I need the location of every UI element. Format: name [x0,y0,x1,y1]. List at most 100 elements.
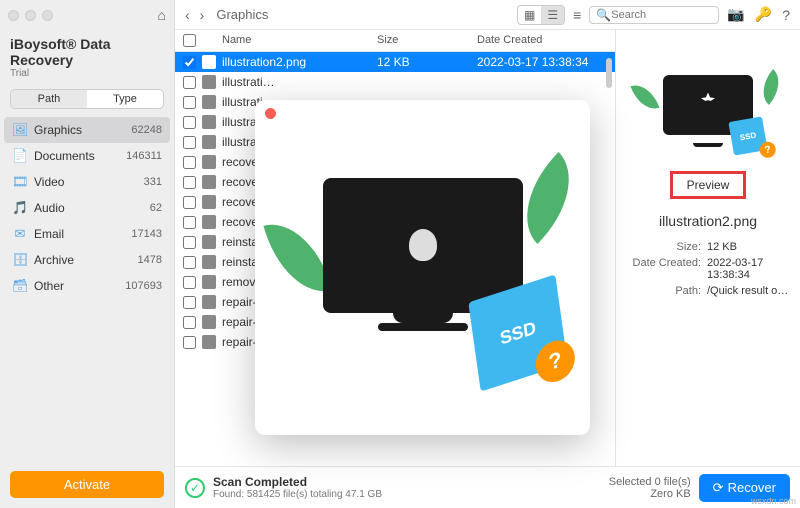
scan-status-title: Scan Completed [213,475,382,489]
key-icon[interactable]: 🔑 [753,6,774,23]
category-icon: 🗄 [12,252,28,268]
help-icon[interactable]: ? [780,7,792,23]
sidebar-item-graphics[interactable]: 🖼Graphics62248 [4,117,170,143]
popup-close-icon[interactable] [265,108,276,119]
category-icon: ✉ [12,226,28,242]
detail-pane: SSD Preview illustration2.png Size:12 KB… [615,30,800,466]
row-checkbox[interactable] [183,76,196,89]
file-icon [202,115,216,129]
seg-path[interactable]: Path [11,90,87,108]
category-icon: 🎵 [12,200,28,216]
watermark: wsxdn.com [751,496,796,506]
file-icon [202,55,216,69]
category-icon: 🎞 [12,174,28,190]
sidebar: ⌂ iBoysoft® Data Recovery Trial Path Typ… [0,0,175,508]
row-checkbox[interactable] [183,156,196,169]
selected-count: Selected 0 file(s) [609,476,691,488]
sidebar-item-archive[interactable]: 🗄Archive1478 [4,247,170,273]
detail-value: 2022-03-17 13:38:34 [707,257,790,281]
row-checkbox[interactable] [183,216,196,229]
detail-key: Path: [626,285,701,297]
search-box[interactable]: 🔍 [589,6,719,24]
selected-size: Zero KB [609,488,691,500]
file-icon [202,235,216,249]
category-icon: 🗃 [12,278,28,294]
nav-forward-icon[interactable]: › [198,7,207,23]
minimize-icon[interactable] [25,10,36,21]
row-checkbox[interactable] [183,336,196,349]
preview-button[interactable]: Preview [670,171,747,199]
leaf-icon [630,79,659,114]
sidebar-item-documents[interactable]: 📄Documents146311 [4,143,170,169]
row-checkbox[interactable] [183,296,196,309]
row-checkbox[interactable] [183,136,196,149]
category-count: 146311 [126,150,162,162]
category-count: 107693 [125,280,162,292]
breadcrumb: Graphics [216,7,268,22]
app-title: iBoysoft® Data Recovery [10,36,164,68]
grid-view-icon[interactable]: ▦ [518,6,541,24]
row-checkbox[interactable] [183,236,196,249]
row-checkbox[interactable] [183,276,196,289]
category-count: 331 [144,176,162,188]
scrollbar-thumb[interactable] [606,58,612,88]
list-view-icon[interactable]: ☰ [541,6,564,24]
activate-button[interactable]: Activate [10,471,164,498]
file-icon [202,195,216,209]
sidebar-item-email[interactable]: ✉Email17143 [4,221,170,247]
file-icon [202,175,216,189]
sidebar-item-other[interactable]: 🗃 Other 107693 [4,273,170,299]
detail-value: 12 KB [707,241,790,253]
detail-table: Size: 12 KB Date Created:2022-03-17 13:38:… [626,239,790,299]
seg-type[interactable]: Type [87,90,163,108]
row-checkbox[interactable] [183,256,196,269]
row-checkbox[interactable] [183,96,196,109]
apple-logo-icon [409,229,437,261]
file-icon [202,295,216,309]
monitor-icon [323,178,523,313]
zoom-icon[interactable] [42,10,53,21]
col-name[interactable]: Name [202,34,377,47]
col-date[interactable]: Date Created [477,34,607,47]
filter-icon[interactable]: ≡ [571,7,583,23]
select-all-checkbox[interactable] [183,34,196,47]
category-count: 1478 [138,254,162,266]
detail-row: Path: /Quick result o… [626,283,790,299]
row-checkbox[interactable] [183,316,196,329]
category-count: 62248 [131,124,162,136]
category-label: Other [34,279,64,293]
detail-value: /Quick result o… [707,285,790,297]
sidebar-item-audio[interactable]: 🎵Audio62 [4,195,170,221]
file-icon [202,155,216,169]
category-label: Graphics [34,123,82,137]
toolbar: ‹ › Graphics ▦ ☰ ≡ 🔍 📷 🔑 ? [175,0,800,30]
detail-key: Size: [626,241,701,253]
file-icon [202,335,216,349]
row-checkbox[interactable] [183,196,196,209]
titlebar: ⌂ [0,0,174,30]
detail-row: Date Created:2022-03-17 13:38:34 [626,255,790,283]
row-checkbox[interactable] [183,176,196,189]
camera-icon[interactable]: 📷 [725,6,746,23]
table-row[interactable]: illustration2.png12 KB2022-03-17 13:38:3… [175,52,615,72]
home-icon[interactable]: ⌂ [158,7,166,23]
file-icon [202,255,216,269]
monitor-stand [393,313,453,323]
close-icon[interactable] [8,10,19,21]
leaf-icon [263,212,332,302]
table-row[interactable]: illustrati… [175,72,615,92]
monitor-base [378,323,468,331]
sidebar-item-video[interactable]: 🎞Video331 [4,169,170,195]
app-subtitle: Trial [10,68,164,79]
category-icon: 📄 [12,148,28,164]
detail-key: Date Created: [626,257,701,281]
row-checkbox[interactable] [183,56,196,69]
col-size[interactable]: Size [377,34,477,47]
category-label: Email [34,227,64,241]
view-toggle: ▦ ☰ [517,5,565,25]
search-icon: 🔍 [596,8,611,22]
search-input[interactable] [611,9,712,21]
nav-back-icon[interactable]: ‹ [183,7,192,23]
category-count: 62 [150,202,162,214]
row-checkbox[interactable] [183,116,196,129]
